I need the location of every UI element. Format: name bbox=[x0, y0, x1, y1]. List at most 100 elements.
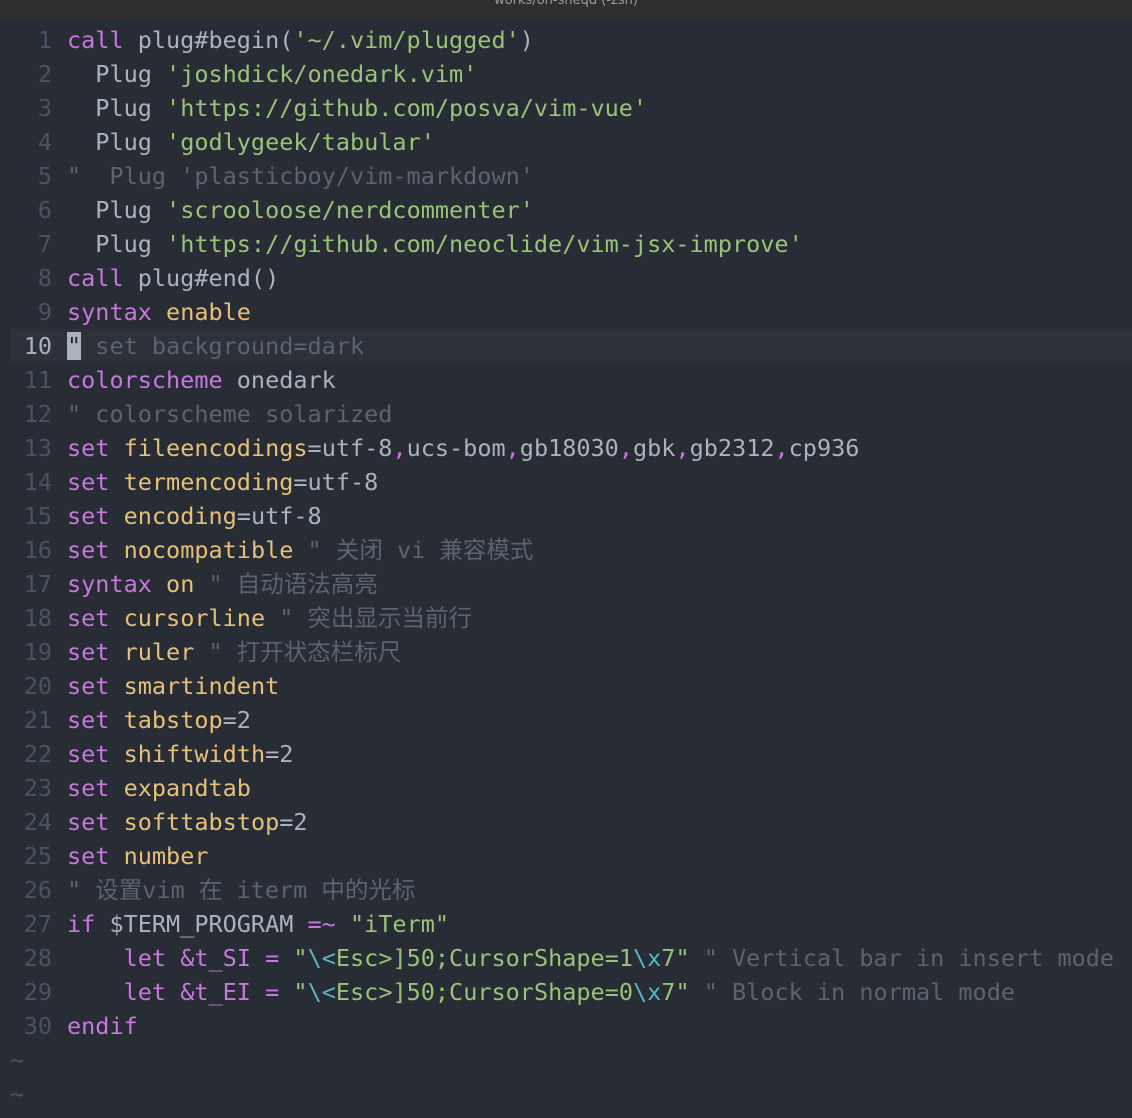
line-content: " colorscheme solarized bbox=[67, 400, 392, 428]
line-number: 22 bbox=[23, 740, 52, 768]
code-token: colorscheme bbox=[67, 366, 223, 394]
code-token: syntax bbox=[67, 570, 152, 598]
code-token: Plug bbox=[67, 128, 167, 156]
line-content: set fileencodings=utf-8,ucs-bom,gb18030,… bbox=[67, 434, 859, 462]
line-content: Plug 'godlygeek/tabular' bbox=[67, 128, 435, 156]
code-line[interactable]: 5 " Plug 'plasticboy/vim-markdown' bbox=[10, 159, 1132, 193]
vim-editor[interactable]: 1 call plug#begin('~/.vim/plugged') 2 Plug… bbox=[10, 23, 1132, 1118]
code-line[interactable]: 20 set smartindent bbox=[10, 669, 1132, 703]
code-line[interactable]: 8 call plug#end() bbox=[10, 261, 1132, 295]
line-number: 6 bbox=[37, 196, 52, 224]
code-token: , bbox=[618, 434, 633, 462]
code-token: 7" bbox=[661, 978, 690, 1006]
code-line[interactable]: 18 set cursorline " 突出显示当前行 bbox=[10, 601, 1132, 635]
code-line[interactable]: 25 set number bbox=[10, 839, 1132, 873]
code-line[interactable]: 12 " colorscheme solarized bbox=[10, 397, 1132, 431]
code-token: syntax bbox=[67, 298, 152, 326]
line-content: set smartindent bbox=[67, 672, 279, 700]
code-line[interactable]: 29 let &t_EI = "\<Esc>]50;CursorShape=0\… bbox=[10, 975, 1132, 1009]
line-content: set tabstop=2 bbox=[67, 706, 251, 734]
code-token: nocompatible bbox=[123, 536, 294, 564]
code-token: Plug bbox=[67, 196, 167, 224]
code-line[interactable]: 2 Plug 'joshdick/onedark.vim' bbox=[10, 57, 1132, 91]
code-line[interactable]: 7 Plug 'https://github.com/neoclide/vim-… bbox=[10, 227, 1132, 261]
code-token: if bbox=[67, 910, 96, 938]
code-line[interactable]: 30 endif bbox=[10, 1009, 1132, 1043]
code-token: 'scrooloose/nerdcommenter' bbox=[166, 196, 534, 224]
code-token: gbk bbox=[633, 434, 676, 462]
line-content: set expandtab bbox=[67, 774, 251, 802]
code-token: tabstop bbox=[123, 706, 223, 734]
code-token: shiftwidth bbox=[123, 740, 266, 768]
code-token: set bbox=[67, 808, 110, 836]
line-number: 3 bbox=[37, 94, 52, 122]
code-token: set bbox=[67, 706, 110, 734]
code-line[interactable]: 1 call plug#begin('~/.vim/plugged') bbox=[10, 23, 1132, 57]
code-token: &t_EI bbox=[180, 978, 251, 1006]
code-line[interactable]: 4 Plug 'godlygeek/tabular' bbox=[10, 125, 1132, 159]
line-content: syntax on " 自动语法高亮 bbox=[67, 570, 378, 598]
code-token: 'https://github.com/posva/vim-vue' bbox=[166, 94, 648, 122]
code-line[interactable]: 24 set softtabstop=2 bbox=[10, 805, 1132, 839]
line-content: Plug 'scrooloose/nerdcommenter' bbox=[67, 196, 534, 224]
code-token: 'joshdick/onedark.vim' bbox=[166, 60, 478, 88]
line-number: 20 bbox=[23, 672, 52, 700]
line-content: set number bbox=[67, 842, 209, 870]
code-line[interactable]: 16 set nocompatible " 关闭 vi 兼容模式 bbox=[10, 533, 1132, 567]
code-line[interactable]: 28 let &t_SI = "\<Esc>]50;CursorShape=1\… bbox=[10, 941, 1132, 975]
code-line[interactable]: 6 Plug 'scrooloose/nerdcommenter' bbox=[10, 193, 1132, 227]
code-token: " colorscheme solarized bbox=[67, 400, 393, 428]
line-content: colorscheme onedark bbox=[67, 366, 336, 394]
code-token: " Block in normal mode bbox=[689, 978, 1016, 1006]
code-token: set bbox=[67, 502, 110, 530]
code-line[interactable]: 10 " set background=dark bbox=[10, 329, 1132, 363]
code-token: gb2312 bbox=[689, 434, 775, 462]
line-content: Plug 'joshdick/onedark.vim' bbox=[67, 60, 477, 88]
code-line[interactable]: 9 syntax enable bbox=[10, 295, 1132, 329]
code-line[interactable]: 11 colorscheme onedark bbox=[10, 363, 1132, 397]
code-line[interactable]: 17 syntax on " 自动语法高亮 bbox=[10, 567, 1132, 601]
code-line[interactable]: 26 " 设置vim 在 iterm 中的光标 bbox=[10, 873, 1132, 907]
line-number: 27 bbox=[23, 910, 52, 938]
line-number: 4 bbox=[37, 128, 52, 156]
code-line[interactable]: 21 set tabstop=2 bbox=[10, 703, 1132, 737]
code-line[interactable]: 19 set ruler " 打开状态栏标尺 bbox=[10, 635, 1132, 669]
code-line[interactable]: 3 Plug 'https://github.com/posva/vim-vue… bbox=[10, 91, 1132, 125]
line-number: 9 bbox=[37, 298, 52, 326]
code-token: \< bbox=[307, 944, 336, 972]
line-number: 23 bbox=[23, 774, 52, 802]
code-token: let bbox=[123, 944, 167, 972]
code-token: set bbox=[67, 536, 110, 564]
code-token: ) bbox=[519, 26, 534, 54]
code-token: endif bbox=[67, 1012, 138, 1040]
line-content: call plug#end() bbox=[67, 264, 279, 292]
code-token: 'https://github.com/neoclide/vim-jsx-imp… bbox=[166, 230, 803, 258]
code-line[interactable]: 14 set termencoding=utf-8 bbox=[10, 465, 1132, 499]
code-token: =utf-8 bbox=[293, 468, 379, 496]
code-token: smartindent bbox=[123, 672, 280, 700]
empty-line-tilde: ~ bbox=[10, 1080, 25, 1108]
code-line[interactable]: 22 set shiftwidth=2 bbox=[10, 737, 1132, 771]
line-content: set encoding=utf-8 bbox=[67, 502, 322, 530]
line-number: 24 bbox=[23, 808, 52, 836]
code-line[interactable]: 13 set fileencodings=utf-8,ucs-bom,gb1803… bbox=[10, 431, 1132, 465]
code-line[interactable]: 27 if $TERM_PROGRAM =~ "iTerm" bbox=[10, 907, 1132, 941]
code-line[interactable]: 23 set expandtab bbox=[10, 771, 1132, 805]
code-line[interactable]: 15 set encoding=utf-8 bbox=[10, 499, 1132, 533]
code-token: number bbox=[123, 842, 209, 870]
line-number: 11 bbox=[23, 366, 52, 394]
line-content: syntax enable bbox=[67, 298, 251, 326]
code-token: 7" bbox=[661, 944, 690, 972]
code-token: on bbox=[166, 570, 195, 598]
window-title: works/on-sheqd (-zsh) bbox=[494, 0, 638, 8]
code-token: = bbox=[265, 978, 280, 1006]
